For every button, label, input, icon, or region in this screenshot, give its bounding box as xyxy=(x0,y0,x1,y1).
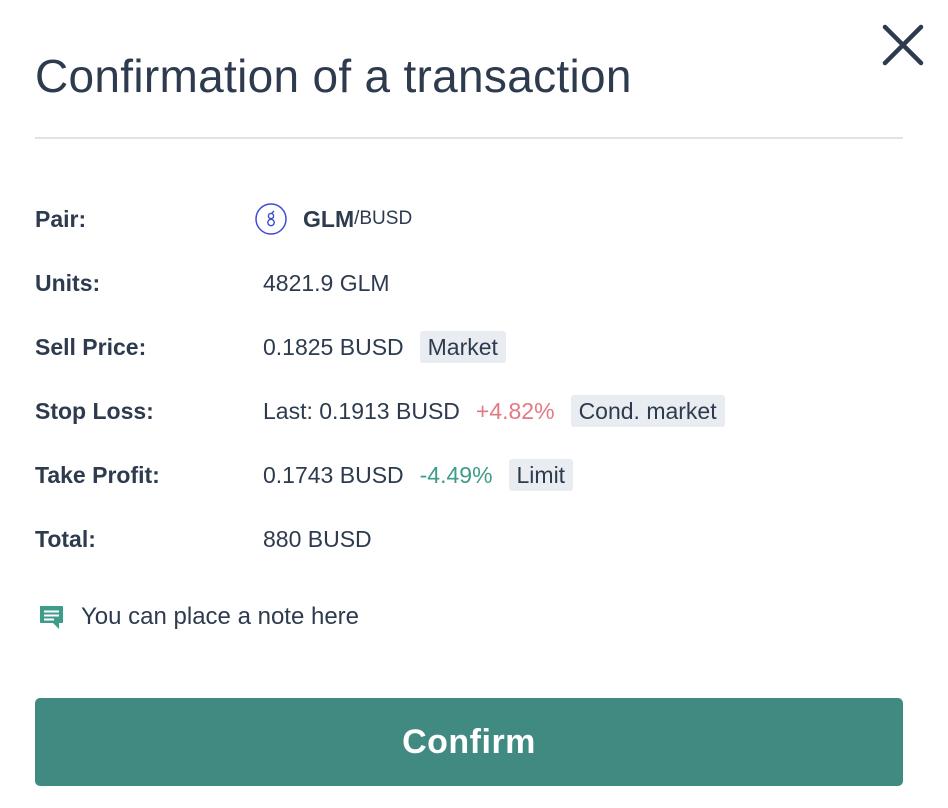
stop-loss-change: +4.82% xyxy=(475,397,555,424)
golem-coin-icon xyxy=(255,203,287,235)
title-divider xyxy=(35,137,903,139)
pair-label: Pair: xyxy=(35,205,87,232)
close-button[interactable] xyxy=(878,22,928,68)
confirm-button[interactable]: Confirm xyxy=(35,698,903,786)
units-value: 4821.9 GLM xyxy=(263,269,390,296)
pair-value: GLM/BUSD xyxy=(255,203,413,235)
pair-quote: /BUSD xyxy=(354,208,413,229)
take-profit-change: -4.49% xyxy=(419,461,493,488)
sell-price-value-group: 0.1825 BUSD Market xyxy=(263,331,506,363)
stop-loss-value: Last: 0.1913 BUSD xyxy=(263,397,460,424)
take-profit-type-badge: Limit xyxy=(508,459,574,491)
take-profit-value: 0.1743 BUSD xyxy=(263,461,404,488)
sell-price-row: Sell Price: 0.1825 BUSD Market xyxy=(35,327,903,367)
sell-price-value: 0.1825 BUSD xyxy=(263,333,404,360)
add-note-link[interactable]: You can place a note here xyxy=(37,603,359,631)
total-row: Total: 880 BUSD xyxy=(35,519,903,559)
take-profit-row: Take Profit: 0.1743 BUSD -4.49% Limit xyxy=(35,455,903,495)
order-type-badge: Market xyxy=(419,331,506,363)
take-profit-label: Take Profit: xyxy=(35,461,160,488)
total-value: 880 BUSD xyxy=(263,525,372,552)
pair-row: Pair: GLM/BUSD xyxy=(35,199,903,239)
stop-loss-row: Stop Loss: Last: 0.1913 BUSD +4.82% Cond… xyxy=(35,391,903,431)
confirmation-dialog: Confirmation of a transaction Pair: GLM /… xyxy=(0,0,948,808)
take-profit-value-group: 0.1743 BUSD -4.49% Limit xyxy=(263,459,574,491)
sell-price-label: Sell Price: xyxy=(35,333,147,360)
total-label: Total: xyxy=(35,525,96,552)
stop-loss-value-group: Last: 0.1913 BUSD +4.82% Cond. market xyxy=(263,395,725,427)
stop-loss-type-badge: Cond. market xyxy=(570,395,725,427)
stop-loss-label: Stop Loss: xyxy=(35,397,154,424)
comment-icon xyxy=(40,606,63,629)
pair-base: GLM xyxy=(303,205,355,232)
units-row: Units: 4821.9 GLM xyxy=(35,263,903,303)
units-label: Units: xyxy=(35,269,101,296)
note-placeholder-text: You can place a note here xyxy=(81,603,360,630)
dialog-title: Confirmation of a transaction xyxy=(35,50,632,102)
close-icon xyxy=(882,24,924,66)
